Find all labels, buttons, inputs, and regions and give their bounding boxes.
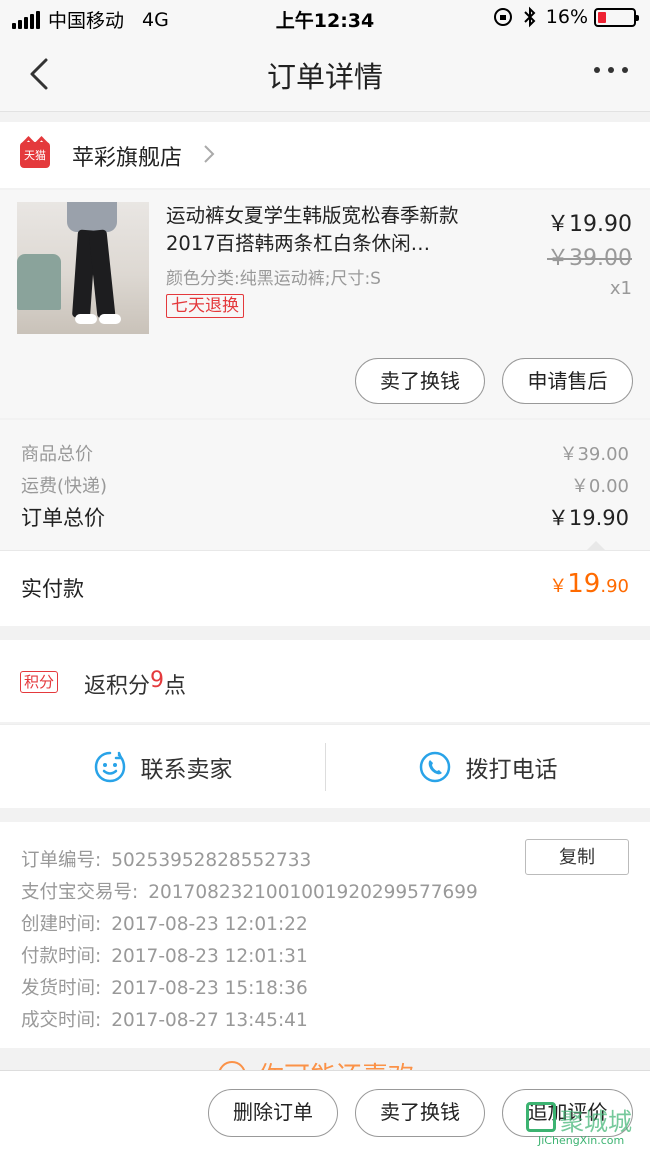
return-policy-badge: 七天退换 xyxy=(166,294,244,318)
info-label: 成交时间: xyxy=(21,1010,102,1031)
status-right: 16% xyxy=(492,6,639,28)
delete-order-button[interactable]: 删除订单 xyxy=(208,1089,338,1137)
paid-time: 2017-08-23 12:01:31 xyxy=(111,946,308,967)
tmall-icon: 天猫 xyxy=(20,142,50,168)
contact-seller-label: 联系卖家 xyxy=(140,757,233,783)
goods-total-label: 商品总价 xyxy=(21,444,93,465)
watermark: 聚城城 JiChengXin.com xyxy=(526,1102,644,1150)
order-item[interactable]: 运动裤女夏学生韩版宽松春季新款2017百搭韩两条杠白条休闲… 颜色分类:纯黑运动… xyxy=(0,190,650,418)
recommend-icon xyxy=(218,1060,246,1070)
shipped-time: 2017-08-23 15:18:36 xyxy=(111,978,308,999)
status-bar: 中国移动 4G 上午12:34 16% xyxy=(0,0,650,36)
paid-currency: ￥ xyxy=(549,576,568,597)
paid-label: 实付款 xyxy=(21,577,84,601)
tmall-badge-label: 天猫 xyxy=(24,149,46,162)
shop-name[interactable]: 苹彩旗舰店 xyxy=(72,140,182,172)
after-sale-button[interactable]: 申请售后 xyxy=(502,358,633,404)
info-row-order-no: 订单编号: 50253952828552733 xyxy=(21,846,311,872)
sell-button[interactable]: 卖了换钱 xyxy=(355,358,485,404)
watermark-logo xyxy=(526,1102,556,1132)
info-label: 发货时间: xyxy=(21,978,102,999)
shipping-value: ￥0.00 xyxy=(570,476,629,497)
paid-decimal: .90 xyxy=(600,576,629,597)
paid-integer: 19 xyxy=(567,569,601,599)
info-row-created: 创建时间: 2017-08-23 12:01:22 xyxy=(21,910,308,936)
nav-bar: 订单详情 xyxy=(0,36,650,112)
info-label: 付款时间: xyxy=(21,946,102,967)
points-row: 积分 返积分 9 点 xyxy=(0,640,650,722)
points-count: 9 xyxy=(150,668,165,693)
completed-time: 2017-08-27 13:45:41 xyxy=(111,1010,308,1031)
contact-seller-button[interactable]: 联系卖家 xyxy=(0,725,325,809)
product-original-price: ￥39.00 xyxy=(547,246,632,271)
order-total-value: ￥19.90 xyxy=(547,506,629,530)
price-summary: 商品总价 ￥39.00 运费(快递) ￥0.00 订单总价 ￥19.90 xyxy=(0,420,650,551)
copy-order-number-button[interactable]: 复制 xyxy=(525,839,629,875)
points-suffix: 点 xyxy=(164,674,187,699)
recommend-label: 你可能还喜欢 xyxy=(258,1056,414,1070)
phone-icon xyxy=(419,751,450,783)
sell-button-bottom[interactable]: 卖了换钱 xyxy=(355,1089,485,1137)
order-total-label: 订单总价 xyxy=(21,506,105,530)
info-label: 创建时间: xyxy=(21,914,102,935)
product-spec: 颜色分类:纯黑运动裤;尺寸:S xyxy=(166,269,381,289)
points-prefix: 返积分 xyxy=(84,674,151,699)
order-info: 订单编号: 50253952828552733 支付宝交易号: 2017082321… xyxy=(0,822,650,1048)
shipping-row: 运费(快递) ￥0.00 xyxy=(21,472,629,498)
chat-icon xyxy=(94,751,125,783)
chevron-right-icon xyxy=(204,145,215,163)
bluetooth-icon xyxy=(524,6,536,28)
goods-total-value: ￥39.00 xyxy=(559,444,629,465)
product-image[interactable] xyxy=(17,202,149,334)
watermark-text: 聚城城 xyxy=(560,1108,632,1136)
product-title[interactable]: 运动裤女夏学生韩版宽松春季新款2017百搭韩两条杠白条休闲… xyxy=(166,202,506,258)
info-row-paid: 付款时间: 2017-08-23 12:01:31 xyxy=(21,942,308,968)
order-total-row: 订单总价 ￥19.90 xyxy=(21,502,629,532)
info-label: 订单编号: xyxy=(21,850,102,871)
battery-percent: 16% xyxy=(545,6,588,28)
rotation-lock-icon xyxy=(493,8,512,26)
shipping-label: 运费(快递) xyxy=(21,476,108,497)
recommend-header: 你可能还喜欢 xyxy=(218,1056,414,1070)
paid-amount: ￥19.90 xyxy=(549,569,629,599)
actual-payment: 实付款 ￥19.90 xyxy=(0,550,650,626)
more-icon[interactable] xyxy=(594,60,628,80)
page-title: 订单详情 xyxy=(266,60,383,94)
product-quantity: x1 xyxy=(609,278,632,299)
recommend-strip: 你可能还喜欢 xyxy=(0,1048,650,1070)
bottom-action-bar: 删除订单 卖了换钱 追加评价 聚城城 JiChengXin.com xyxy=(0,1070,650,1156)
info-row-shipped: 发货时间: 2017-08-23 15:18:36 xyxy=(21,974,308,1000)
order-number: 50253952828552733 xyxy=(111,850,312,871)
info-row-completed: 成交时间: 2017-08-27 13:45:41 xyxy=(21,1006,308,1032)
shop-header[interactable]: 天猫 苹彩旗舰店 xyxy=(0,122,650,188)
info-label: 支付宝交易号: xyxy=(21,882,139,903)
info-row-alipay-no: 支付宝交易号: 2017082321001001920299577699 xyxy=(21,878,478,904)
call-phone-button[interactable]: 拨打电话 xyxy=(325,725,650,809)
points-text: 返积分 9 点 xyxy=(84,668,186,700)
call-phone-label: 拨打电话 xyxy=(465,757,558,783)
created-time: 2017-08-23 12:01:22 xyxy=(111,914,308,935)
product-price: ￥19.90 xyxy=(547,212,632,237)
points-badge: 积分 xyxy=(20,671,59,693)
contact-bar: 联系卖家 拨打电话 xyxy=(0,724,650,808)
alipay-number: 2017082321001001920299577699 xyxy=(148,882,478,903)
battery-icon xyxy=(594,7,639,27)
goods-total-row: 商品总价 ￥39.00 xyxy=(21,440,629,466)
watermark-url: JiChengXin.com xyxy=(538,1134,625,1147)
